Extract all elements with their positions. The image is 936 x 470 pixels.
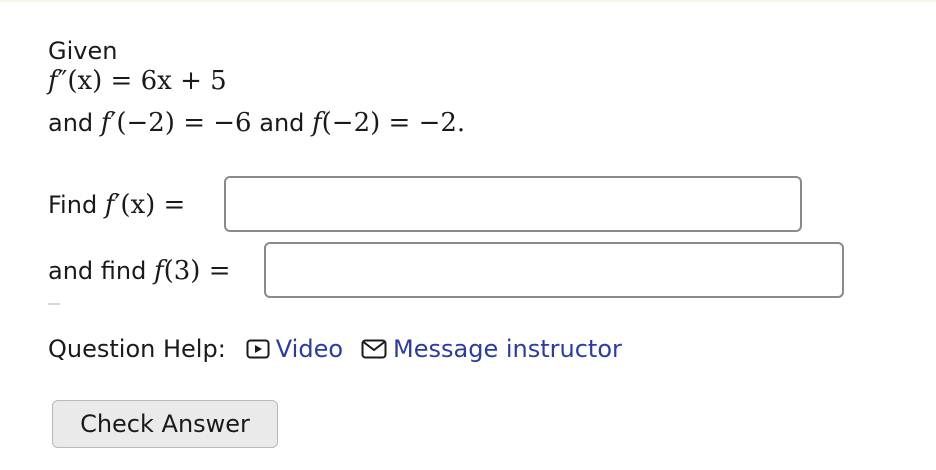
question-help-row: Question Help: Video Message instructor (48, 333, 640, 365)
envelope-icon (361, 339, 387, 359)
divider-tick (48, 303, 60, 305)
video-link[interactable]: Video (246, 335, 343, 363)
function-value-answer-input[interactable] (264, 242, 844, 298)
derivative-answer-input[interactable] (224, 176, 802, 232)
second-derivative-equation: f″(x) = 6x + 5 (48, 66, 227, 96)
find-derivative-prompt: Find f′(x) = (48, 190, 186, 220)
video-play-icon (246, 339, 270, 359)
find-function-value-prompt: and find f(3) = (48, 256, 231, 286)
top-divider (0, 0, 936, 2)
check-answer-button[interactable]: Check Answer (52, 400, 278, 448)
message-instructor-label: Message instructor (393, 335, 622, 363)
video-link-label: Video (275, 335, 344, 363)
question-help-label: Question Help: (48, 335, 226, 363)
message-instructor-link[interactable]: Message instructor (361, 335, 622, 363)
given-label: Given (48, 37, 118, 65)
initial-conditions: and f′(−2) = −6 and f(−2) = −2. (48, 108, 466, 138)
